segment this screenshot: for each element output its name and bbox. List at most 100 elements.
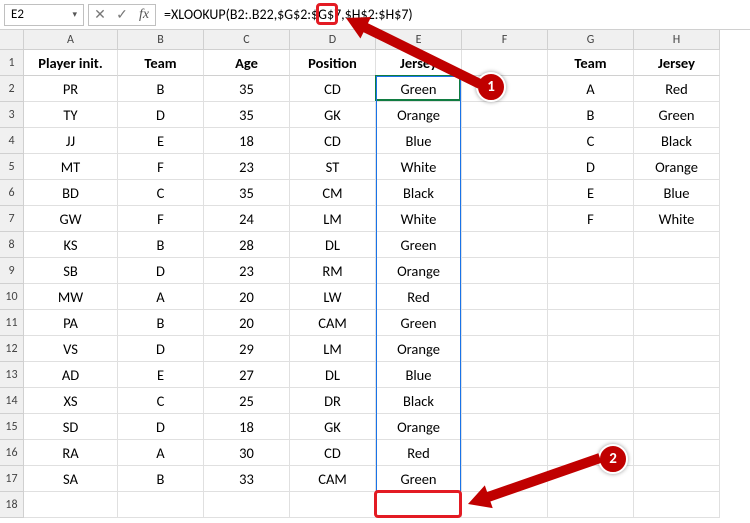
cell[interactable] <box>548 232 634 258</box>
cell[interactable]: White <box>376 206 462 232</box>
cell[interactable]: CD <box>290 128 376 154</box>
cell[interactable]: Jersey <box>376 50 462 76</box>
cell[interactable]: Red <box>634 76 720 102</box>
cell[interactable]: Green <box>376 310 462 336</box>
cell[interactable] <box>634 284 720 310</box>
column-header-f[interactable]: F <box>462 30 548 50</box>
cell[interactable]: 30 <box>204 440 290 466</box>
cell[interactable]: SA <box>24 466 118 492</box>
cell[interactable] <box>462 362 548 388</box>
cell[interactable]: B <box>118 466 204 492</box>
cell[interactable]: F <box>118 206 204 232</box>
cell[interactable]: Orange <box>376 414 462 440</box>
cell[interactable]: VS <box>24 336 118 362</box>
cell[interactable]: SB <box>24 258 118 284</box>
cell[interactable]: 35 <box>204 180 290 206</box>
cell[interactable]: 23 <box>204 154 290 180</box>
cell[interactable]: MT <box>24 154 118 180</box>
cell[interactable] <box>548 258 634 284</box>
cell[interactable]: 20 <box>204 310 290 336</box>
cell[interactable]: Green <box>376 76 462 102</box>
name-box[interactable]: E2 ▾ <box>4 4 84 26</box>
cell[interactable]: B <box>118 310 204 336</box>
cell[interactable] <box>634 232 720 258</box>
cancel-icon[interactable]: ✕ <box>89 6 111 23</box>
cell[interactable] <box>634 258 720 284</box>
cell[interactable] <box>462 258 548 284</box>
cell[interactable]: D <box>118 102 204 128</box>
cell[interactable]: Team <box>118 50 204 76</box>
cell[interactable] <box>462 50 548 76</box>
cell[interactable]: GW <box>24 206 118 232</box>
cell[interactable]: RA <box>24 440 118 466</box>
cell[interactable] <box>462 284 548 310</box>
enter-icon[interactable]: ✓ <box>111 6 133 23</box>
row-header[interactable]: 6 <box>0 180 24 206</box>
cell[interactable]: E <box>548 180 634 206</box>
cell[interactable] <box>462 310 548 336</box>
cell[interactable]: LW <box>290 284 376 310</box>
cell[interactable]: KS <box>24 232 118 258</box>
row-header[interactable]: 4 <box>0 128 24 154</box>
cell[interactable]: CAM <box>290 466 376 492</box>
cell[interactable]: White <box>376 154 462 180</box>
cell[interactable] <box>462 336 548 362</box>
cell[interactable] <box>462 232 548 258</box>
cell[interactable] <box>462 492 548 518</box>
cell[interactable] <box>118 492 204 518</box>
cell[interactable] <box>548 362 634 388</box>
cell[interactable]: Blue <box>376 128 462 154</box>
row-header[interactable]: 10 <box>0 284 24 310</box>
cell[interactable]: 20 <box>204 284 290 310</box>
cell[interactable]: E <box>118 362 204 388</box>
cell[interactable] <box>548 284 634 310</box>
row-header[interactable]: 7 <box>0 206 24 232</box>
cell[interactable]: F <box>548 206 634 232</box>
cell[interactable]: D <box>118 414 204 440</box>
cell[interactable]: DL <box>290 362 376 388</box>
cell[interactable]: White <box>634 206 720 232</box>
cell[interactable]: XS <box>24 388 118 414</box>
cell[interactable]: RM <box>290 258 376 284</box>
cell[interactable]: A <box>548 76 634 102</box>
cell[interactable] <box>24 492 118 518</box>
cell[interactable]: CM <box>290 180 376 206</box>
row-header[interactable]: 16 <box>0 440 24 466</box>
cell[interactable]: C <box>548 128 634 154</box>
cell[interactable]: D <box>118 336 204 362</box>
cell[interactable] <box>462 154 548 180</box>
row-header[interactable]: 11 <box>0 310 24 336</box>
cell[interactable]: Orange <box>376 336 462 362</box>
column-header-e[interactable]: E <box>376 30 462 50</box>
cell[interactable]: 23 <box>204 258 290 284</box>
cell[interactable]: PR <box>24 76 118 102</box>
column-header-h[interactable]: H <box>634 30 720 50</box>
row-header[interactable]: 14 <box>0 388 24 414</box>
cell[interactable]: E <box>118 128 204 154</box>
cell[interactable]: AD <box>24 362 118 388</box>
cell[interactable]: 35 <box>204 76 290 102</box>
cell[interactable] <box>548 414 634 440</box>
cell[interactable]: SD <box>24 414 118 440</box>
cell[interactable]: F <box>118 154 204 180</box>
cell[interactable]: DL <box>290 232 376 258</box>
row-header[interactable]: 12 <box>0 336 24 362</box>
row-header[interactable]: 1 <box>0 50 24 76</box>
cell[interactable] <box>548 336 634 362</box>
cell[interactable] <box>204 492 290 518</box>
cell[interactable]: Age <box>204 50 290 76</box>
cell[interactable]: PA <box>24 310 118 336</box>
row-header[interactable]: 13 <box>0 362 24 388</box>
column-header-g[interactable]: G <box>548 30 634 50</box>
cell[interactable]: CAM <box>290 310 376 336</box>
cell[interactable]: B <box>118 76 204 102</box>
cell[interactable] <box>462 440 548 466</box>
cell[interactable]: 25 <box>204 388 290 414</box>
cell[interactable]: Orange <box>376 258 462 284</box>
cell[interactable]: Team <box>548 50 634 76</box>
cell[interactable]: 33 <box>204 466 290 492</box>
cell[interactable]: Green <box>634 102 720 128</box>
cell[interactable]: Red <box>376 440 462 466</box>
cell[interactable]: CD <box>290 76 376 102</box>
row-header[interactable]: 3 <box>0 102 24 128</box>
